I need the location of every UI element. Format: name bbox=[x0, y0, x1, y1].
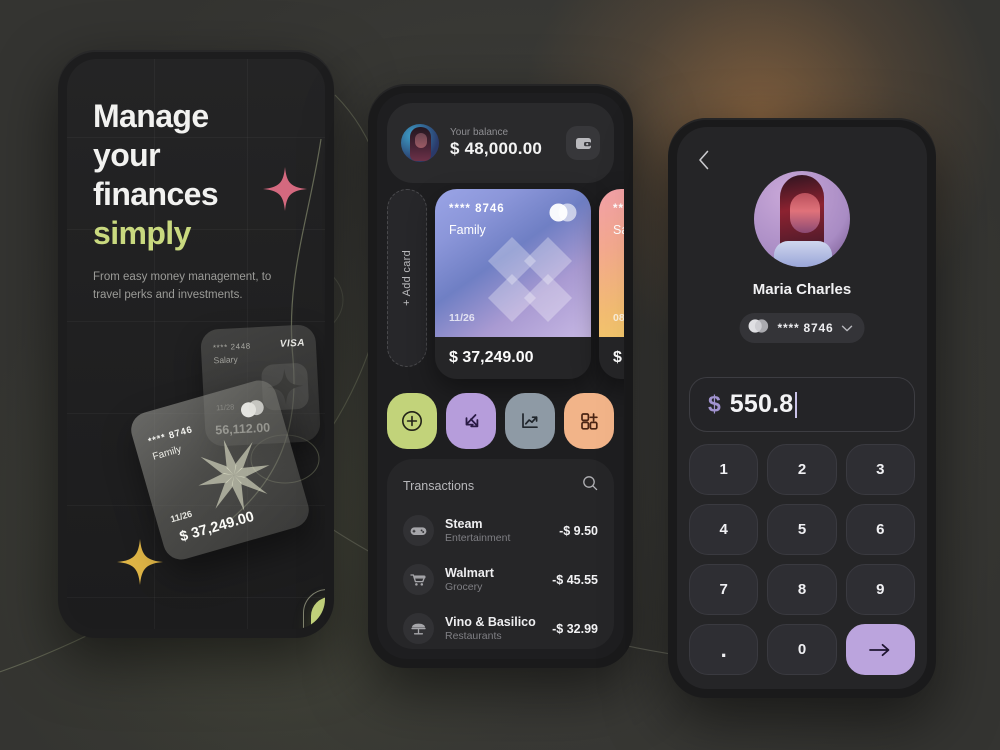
gamepad-icon bbox=[403, 515, 434, 546]
transaction-category: Restaurants bbox=[445, 630, 502, 642]
card-expiry: 11/26 bbox=[449, 312, 475, 324]
transactions-header: Transactions bbox=[403, 475, 598, 496]
phone-onboarding: Manage your finances simply From easy mo… bbox=[58, 50, 334, 638]
amount-input[interactable]: $ 550.8 bbox=[689, 377, 915, 432]
keypad-key-2[interactable]: 2 bbox=[767, 444, 837, 495]
phone-send-money: Maria Charles **** 8746 $ 550.8 1 2 3 4 … bbox=[668, 118, 936, 698]
grid-plus-icon bbox=[581, 413, 598, 430]
transaction-amount: -$ 45.55 bbox=[552, 572, 598, 587]
chevron-left-icon bbox=[699, 150, 709, 170]
keypad-key-5[interactable]: 5 bbox=[767, 504, 837, 555]
hero-subtitle: From easy money management, to travel pe… bbox=[93, 271, 272, 301]
action-add-button[interactable] bbox=[387, 393, 437, 449]
avatar[interactable] bbox=[401, 124, 439, 162]
balance-card: Your balance $ 48,000.00 bbox=[387, 103, 614, 183]
card-amount: $ 5,3 bbox=[613, 349, 624, 366]
transaction-name: Vino & Basilico bbox=[445, 615, 536, 629]
starburst-decoration bbox=[186, 427, 282, 523]
app-showcase-stage: Manage your finances simply From easy mo… bbox=[0, 0, 1000, 750]
amount-value: 550.8 bbox=[729, 390, 794, 418]
wallet-button[interactable] bbox=[566, 126, 600, 160]
card-expiry: 08/24 bbox=[613, 312, 624, 324]
headline-line-3: finances bbox=[93, 176, 219, 213]
table-row[interactable]: Vino & Basilico Restaurants -$ 32.99 bbox=[403, 604, 598, 649]
balance-value: $ 48,000.00 bbox=[450, 139, 543, 158]
keypad-key-9[interactable]: 9 bbox=[845, 564, 915, 615]
card-amount-bar: $ 37,249.00 bbox=[435, 337, 591, 379]
card-mask: **** 2448 bbox=[212, 341, 252, 353]
quick-actions-row bbox=[387, 393, 614, 449]
sparkle-gold-icon bbox=[117, 539, 163, 585]
keypad-key-0[interactable]: 0 bbox=[767, 624, 837, 675]
add-card-label: + Add card bbox=[401, 250, 413, 306]
card-label: Salary bbox=[213, 354, 238, 366]
mastercard-icon bbox=[548, 203, 578, 227]
keypad-key-1[interactable]: 1 bbox=[689, 444, 759, 495]
transaction-category: Entertainment bbox=[445, 532, 511, 544]
transfer-arrows-icon bbox=[465, 414, 479, 428]
transaction-amount: -$ 9.50 bbox=[559, 523, 598, 538]
restaurant-icon bbox=[403, 613, 434, 644]
visa-logo: VISA bbox=[279, 337, 306, 350]
keypad-key-decimal[interactable]: . bbox=[689, 624, 759, 675]
transaction-amount: -$ 32.99 bbox=[552, 621, 598, 636]
transaction-name: Walmart bbox=[445, 566, 494, 580]
card-mask: **** 8746 bbox=[777, 321, 834, 335]
keypad-key-6[interactable]: 6 bbox=[845, 504, 915, 555]
headline-line-2: your bbox=[93, 137, 161, 174]
cards-carousel[interactable]: + Add card **** 8746 Family 11/26 $ 37,2… bbox=[377, 189, 624, 385]
wallet-icon bbox=[575, 138, 591, 149]
keypad-key-8[interactable]: 8 bbox=[767, 564, 837, 615]
card-mask: **** 8746 bbox=[449, 203, 505, 215]
shopping-cart-icon bbox=[403, 564, 434, 595]
card-label: Family bbox=[449, 223, 486, 237]
contact-name: Maria Charles bbox=[752, 281, 852, 298]
keypad-key-4[interactable]: 4 bbox=[689, 504, 759, 555]
card-amount-bar: $ 5,3 bbox=[599, 337, 624, 379]
hero-text-block: Manage your finances simply From easy mo… bbox=[93, 97, 307, 305]
headline-accent: simply bbox=[93, 215, 191, 252]
card-label: Family bbox=[151, 444, 183, 463]
plus-circle-icon bbox=[402, 411, 422, 431]
table-row[interactable]: Walmart Grocery -$ 45.55 bbox=[403, 555, 598, 604]
currency-symbol: $ bbox=[708, 391, 721, 417]
transactions-title: Transactions bbox=[403, 478, 475, 493]
numeric-keypad: 1 2 3 4 5 6 7 8 9 . 0 bbox=[689, 444, 915, 675]
card-amount: $ 37,249.00 bbox=[449, 349, 534, 366]
phone1-screen: Manage your finances simply From easy mo… bbox=[67, 59, 325, 629]
action-more-button[interactable] bbox=[564, 393, 614, 449]
search-icon[interactable] bbox=[582, 475, 598, 496]
keypad-key-7[interactable]: 7 bbox=[689, 564, 759, 615]
action-transfer-button[interactable] bbox=[446, 393, 496, 449]
phone2-screen: Your balance $ 48,000.00 + Add card ****… bbox=[377, 93, 624, 659]
transaction-category: Grocery bbox=[445, 581, 483, 593]
bank-card-family[interactable]: **** 8746 Family 11/26 $ 37,249.00 bbox=[435, 189, 591, 379]
avatar bbox=[754, 171, 850, 267]
transactions-panel: Transactions Steam Entertainment -$ 9.50… bbox=[387, 459, 614, 649]
card-expiry: 11/26 bbox=[169, 508, 194, 525]
back-button[interactable] bbox=[693, 149, 715, 171]
card-selector-dropdown[interactable]: **** 8746 bbox=[739, 313, 865, 343]
table-row[interactable]: Steam Entertainment -$ 9.50 bbox=[403, 506, 598, 555]
action-statistics-button[interactable] bbox=[505, 393, 555, 449]
chevron-down-icon bbox=[841, 319, 853, 337]
card-mask: **** 8746 bbox=[147, 424, 195, 448]
card-mask: **** 47 bbox=[613, 203, 624, 215]
arrow-right-icon bbox=[869, 643, 890, 656]
balance-label: Your balance bbox=[450, 127, 509, 138]
mastercard-icon bbox=[238, 397, 269, 424]
phone-dashboard: Your balance $ 48,000.00 + Add card ****… bbox=[368, 84, 633, 668]
card-label: Salary bbox=[613, 223, 624, 237]
page-title: Manage your finances simply bbox=[93, 97, 307, 253]
headline-line-1: Manage bbox=[93, 98, 209, 134]
text-cursor bbox=[795, 391, 798, 418]
mastercard-icon bbox=[748, 318, 770, 338]
transaction-name: Steam bbox=[445, 517, 483, 531]
phone3-screen: Maria Charles **** 8746 $ 550.8 1 2 3 4 … bbox=[677, 127, 927, 689]
keypad-key-3[interactable]: 3 bbox=[845, 444, 915, 495]
bank-card-salary[interactable]: **** 47 Salary 08/24 $ 5,3 bbox=[599, 189, 624, 379]
add-card-button[interactable]: + Add card bbox=[387, 189, 427, 367]
send-money-button[interactable] bbox=[845, 624, 915, 675]
chart-line-icon bbox=[522, 413, 538, 429]
